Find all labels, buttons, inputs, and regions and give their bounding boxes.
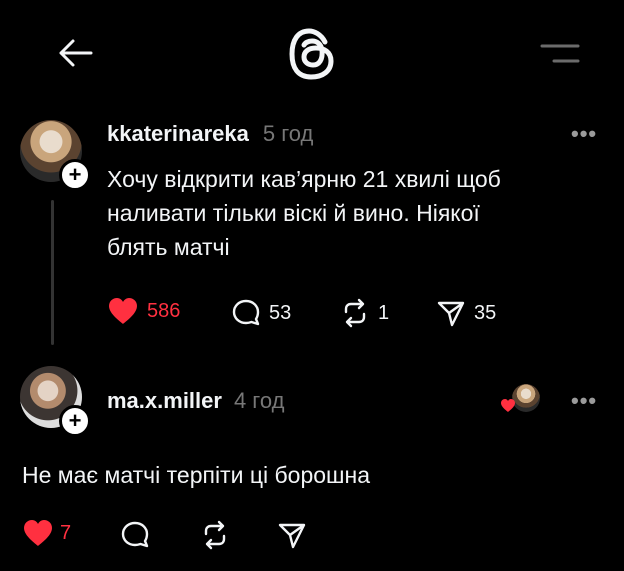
- heart-badge-icon: [501, 399, 515, 412]
- post-text-line: Хочу відкрити кав’ярню 21 хвилі щоб: [107, 166, 501, 192]
- reply-button[interactable]: 53: [231, 298, 291, 328]
- follow-plus-icon[interactable]: +: [59, 159, 91, 191]
- threads-logo[interactable]: [287, 26, 337, 82]
- like-button[interactable]: 586: [107, 296, 180, 326]
- reply-more-icon[interactable]: •••: [571, 388, 597, 414]
- share-count: 35: [474, 301, 497, 324]
- reply-text: Не має матчі терпіти ці борошна: [22, 462, 370, 488]
- post-header: kkaterinareka 5 год: [107, 121, 313, 147]
- reply-comment-button[interactable]: [120, 520, 150, 550]
- menu-icon: [540, 44, 580, 63]
- repost-count: 1: [378, 301, 390, 324]
- repost-button[interactable]: 1: [340, 298, 389, 328]
- comment-icon: [232, 299, 260, 326]
- send-icon: [437, 301, 465, 327]
- reply-repost-button[interactable]: [200, 520, 230, 550]
- post-time: 5 год: [262, 121, 314, 146]
- send-icon: [278, 523, 306, 549]
- reply-count: 53: [269, 301, 292, 324]
- comment-icon: [121, 521, 149, 548]
- back-button[interactable]: [55, 36, 95, 70]
- like-count: 586: [147, 299, 181, 322]
- heart-filled-icon: [24, 520, 52, 546]
- reply-time: 4 год: [233, 388, 285, 413]
- repost-icon: [204, 520, 226, 550]
- thread-line: [51, 200, 54, 345]
- reply-header: ma.x.miller 4 год: [107, 388, 284, 414]
- post-more-icon[interactable]: •••: [571, 121, 597, 147]
- reply-like-count: 7: [60, 521, 72, 544]
- menu-button[interactable]: [540, 42, 580, 66]
- post-username[interactable]: kkaterinareka: [107, 121, 249, 147]
- reply-share-button[interactable]: [277, 520, 307, 550]
- reply-username[interactable]: ma.x.miller: [107, 388, 222, 414]
- threads-logo-icon: [289, 28, 334, 80]
- heart-filled-icon: [109, 298, 137, 324]
- post-text-line: наливати тільки віскі й вино. Ніякої: [107, 200, 480, 226]
- liked-by-author-avatar: [512, 384, 540, 412]
- repost-icon: [344, 298, 366, 328]
- reply-like-button[interactable]: 7: [22, 518, 71, 548]
- share-button[interactable]: 35: [436, 298, 496, 328]
- follow-plus-icon[interactable]: +: [59, 405, 91, 437]
- post-text: Хочу відкрити кав’ярню 21 хвилі щоб нали…: [107, 162, 607, 264]
- post-text-line: блять матчі: [107, 234, 230, 260]
- arrow-left-icon: [59, 39, 93, 67]
